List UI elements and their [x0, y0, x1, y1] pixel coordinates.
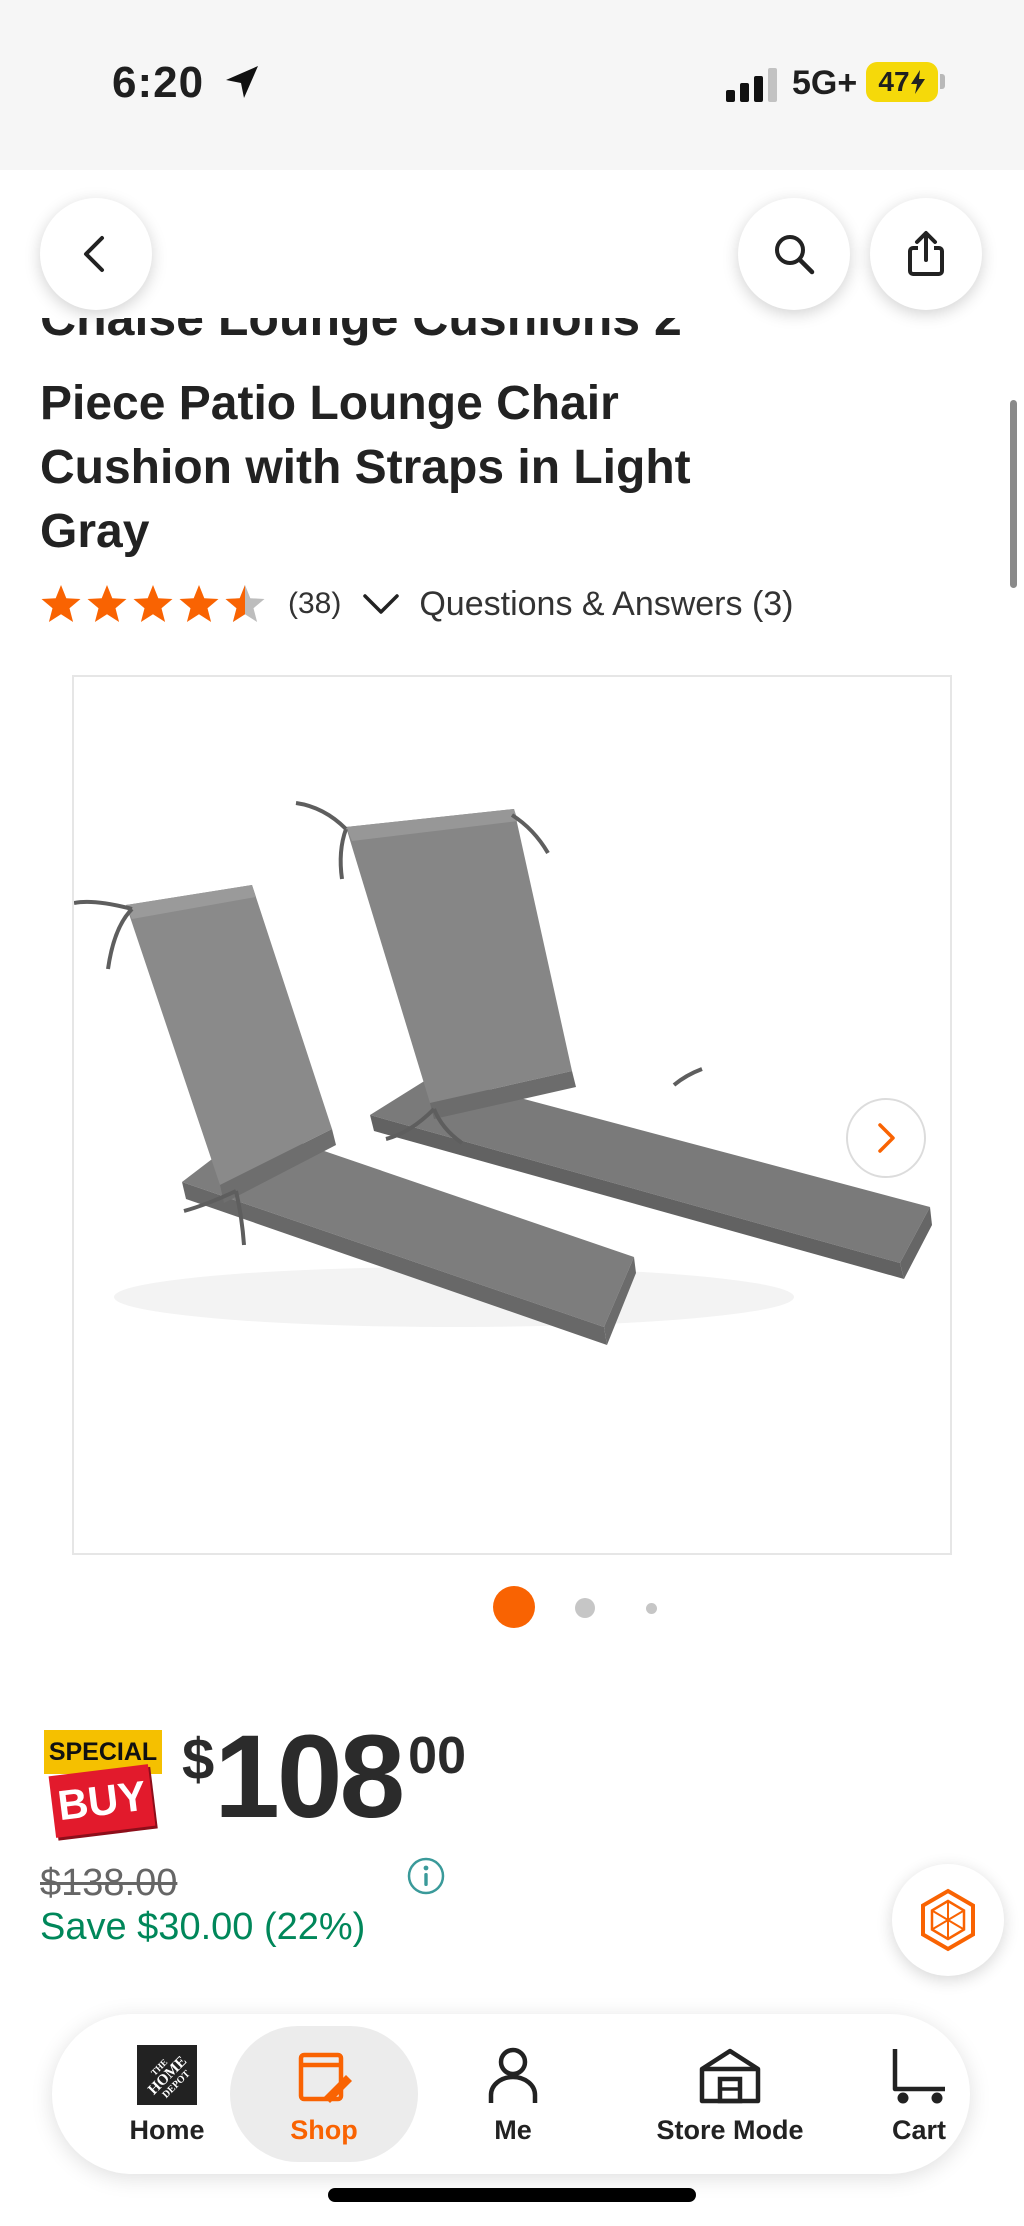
- location-arrow-icon: [226, 66, 258, 98]
- info-icon[interactable]: [406, 1856, 446, 1896]
- store-icon: [699, 2048, 761, 2103]
- assistant-button[interactable]: [892, 1864, 1004, 1976]
- charging-bolt-icon: [910, 70, 925, 94]
- buy-label: BUY: [48, 1764, 156, 1838]
- cart-icon: [892, 2048, 945, 2103]
- nav-home-label: Home: [129, 2114, 205, 2145]
- nav-store-mode[interactable]: Store Mode: [590, 2026, 870, 2162]
- was-price: $138.00: [40, 1862, 178, 1904]
- home-indicator[interactable]: [328, 2188, 696, 2202]
- share-button[interactable]: [870, 198, 982, 310]
- product-title: Piece Patio Lounge Chair Cushion with St…: [40, 377, 691, 558]
- nav-store-mode-label: Store Mode: [656, 2114, 804, 2145]
- image-carousel-dots: [0, 1586, 1024, 1630]
- network-type: 5G+: [792, 64, 858, 102]
- carousel-dot-active[interactable]: [493, 1586, 535, 1628]
- price-currency: $: [182, 1727, 215, 1792]
- status-time: 6:20: [112, 58, 205, 107]
- bottom-nav: THE HOME DEPOT Home Shop Me Store Mode C…: [52, 2014, 970, 2174]
- nav-shop[interactable]: Shop: [230, 2026, 418, 2162]
- battery-icon: 47: [866, 62, 938, 102]
- rating-row: (38) Questions & Answers (3): [40, 580, 794, 628]
- nav-cart[interactable]: Cart: [844, 2026, 994, 2162]
- home-depot-logo-icon: THE HOME DEPOT: [137, 2044, 197, 2105]
- back-button[interactable]: [40, 198, 152, 310]
- signal-icon: [726, 68, 777, 102]
- star-full-icon: [179, 585, 219, 622]
- hexagon-assistant-icon: [921, 1888, 975, 1952]
- price-dollars: 108: [214, 1711, 405, 1843]
- share-icon: [908, 231, 944, 276]
- special-buy-badge: SPECIAL BUY: [44, 1730, 162, 1842]
- search-icon: [775, 235, 815, 275]
- product-image-carousel[interactable]: [72, 675, 952, 1555]
- battery-cap: [940, 74, 945, 89]
- star-full-icon: [87, 585, 127, 622]
- product-image: [74, 801, 932, 1345]
- shop-icon: [298, 2052, 352, 2103]
- questions-answers-link[interactable]: Questions & Answers (3): [419, 585, 793, 624]
- nav-cart-label: Cart: [891, 2114, 946, 2145]
- scrollbar[interactable]: [1010, 400, 1017, 588]
- chevron-right-icon: [878, 1123, 895, 1153]
- nav-shop-label: Shop: [290, 2114, 358, 2145]
- nav-me[interactable]: Me: [438, 2026, 588, 2162]
- nav-home[interactable]: THE HOME DEPOT Home: [92, 2026, 242, 2162]
- nav-me-label: Me: [494, 2114, 532, 2145]
- star-full-icon: [41, 585, 81, 622]
- search-button[interactable]: [738, 198, 850, 310]
- price: $ 108 00: [182, 1712, 466, 1842]
- person-icon: [488, 2047, 538, 2103]
- chevron-left-icon: [84, 236, 104, 272]
- status-bar: 6:20 5G+ 47: [0, 0, 1024, 170]
- star-half-icon: [225, 585, 265, 622]
- star-full-icon: [133, 585, 173, 622]
- carousel-dot[interactable]: [575, 1598, 595, 1618]
- savings-text: Save $30.00 (22%): [40, 1906, 366, 1948]
- carousel-dot[interactable]: [646, 1603, 657, 1614]
- product-title-clipped-line: Chaise Lounge Cushions 2: [40, 318, 682, 346]
- chevron-down-icon[interactable]: [361, 584, 401, 624]
- next-image-button[interactable]: [846, 1098, 926, 1178]
- review-count[interactable]: (38): [288, 587, 341, 621]
- battery-level: 47: [878, 66, 910, 97]
- price-cents: 00: [408, 1727, 466, 1785]
- rating-stars[interactable]: [40, 583, 270, 625]
